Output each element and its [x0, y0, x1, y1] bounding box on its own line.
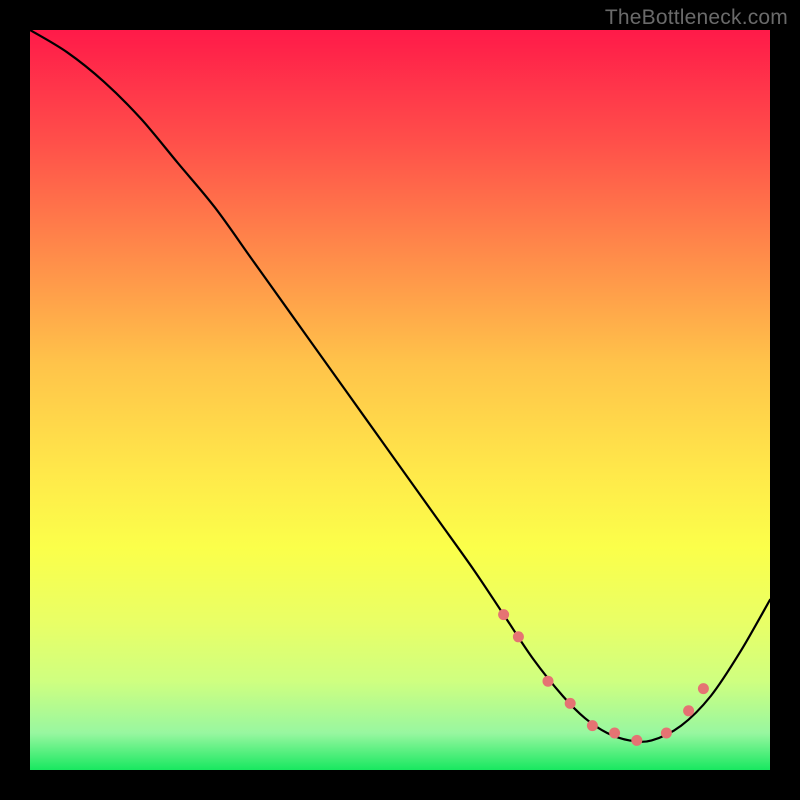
chart-frame: TheBottleneck.com [0, 0, 800, 800]
watermark-label: TheBottleneck.com [605, 6, 788, 30]
highlight-dot [543, 676, 554, 687]
highlight-dot [513, 631, 524, 642]
highlight-dot [609, 728, 620, 739]
curve-layer [30, 30, 770, 770]
bottleneck-curve-line [30, 30, 770, 742]
highlight-dot [698, 683, 709, 694]
highlight-dot [498, 609, 509, 620]
highlight-markers [498, 609, 709, 746]
highlight-dot [631, 735, 642, 746]
highlight-dot [565, 698, 576, 709]
highlight-dot [587, 720, 598, 731]
highlight-dot [661, 728, 672, 739]
gradient-plot-area [30, 30, 770, 770]
highlight-dot [683, 705, 694, 716]
